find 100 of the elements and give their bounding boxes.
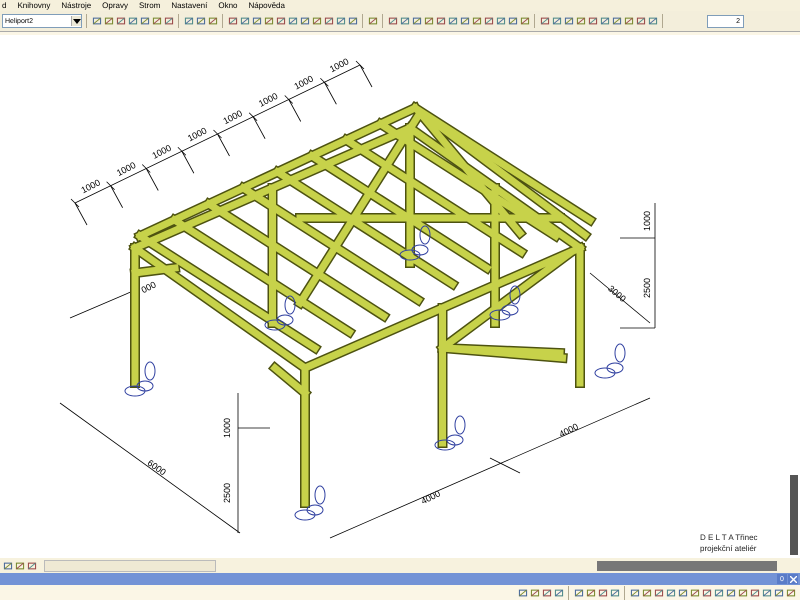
tool-icon xyxy=(324,16,334,26)
tool-icon xyxy=(726,588,736,598)
tool-icon xyxy=(540,16,550,26)
tool-icon xyxy=(14,560,24,570)
tool-icon xyxy=(586,588,596,598)
horizontal-scrollbar[interactable] xyxy=(44,560,216,572)
vertical-scrollbar[interactable] xyxy=(790,475,798,555)
tool-icon xyxy=(104,16,114,26)
tool-icon xyxy=(300,16,310,26)
tool-icon xyxy=(184,16,194,26)
tool-icon xyxy=(276,16,286,26)
dimension-label: 1000 xyxy=(114,160,138,178)
tool-icon xyxy=(116,16,126,26)
tool-icon xyxy=(612,16,622,26)
dimension-label: 6000 xyxy=(146,458,168,478)
tool-icon xyxy=(678,588,688,598)
tool-icon xyxy=(542,588,552,598)
tool-icon xyxy=(588,16,598,26)
tool-icon xyxy=(460,16,470,26)
tool-icon xyxy=(436,16,446,26)
tool-icon xyxy=(642,588,652,598)
tool-icon xyxy=(400,16,410,26)
menu-item[interactable]: Okno xyxy=(218,0,238,11)
menu-item[interactable]: Nástroje xyxy=(61,0,92,11)
tool-icon xyxy=(738,588,748,598)
dimension-label: 1000 xyxy=(186,125,208,144)
tool-icon xyxy=(348,16,358,26)
tool-icon xyxy=(666,588,676,598)
tool-icon xyxy=(412,16,422,26)
tool-icon xyxy=(424,16,434,26)
horizontal-scrollbar[interactable] xyxy=(597,560,777,570)
tool-icon xyxy=(508,16,518,26)
menu-item[interactable]: Knihovny xyxy=(17,0,50,11)
dimension-label: 1000 xyxy=(79,177,102,196)
tool-icon xyxy=(264,16,274,26)
tool-icon xyxy=(564,16,574,26)
tool-icon xyxy=(552,16,562,26)
tool-icon xyxy=(92,16,102,26)
tool-icon xyxy=(484,16,494,26)
tool-icon xyxy=(520,16,530,26)
dimension-label: 2500 xyxy=(642,278,652,298)
tool-icon xyxy=(530,588,540,598)
dimension-label: 1000 xyxy=(642,210,652,232)
tool-icon xyxy=(152,16,162,26)
tool-icon xyxy=(702,588,712,598)
title-block-text: projekční ateliér xyxy=(700,543,758,554)
tool-icon xyxy=(472,16,482,26)
dimension-label: 1000 xyxy=(222,418,232,438)
tool-icon xyxy=(762,588,772,598)
tool-icon xyxy=(600,16,610,26)
tool-icon xyxy=(26,560,36,570)
tool-icon xyxy=(448,16,458,26)
tool-icon xyxy=(610,588,620,598)
tool-icon xyxy=(228,16,238,26)
tool-icon xyxy=(654,588,664,598)
dimension-label: 2500 xyxy=(222,482,232,504)
dimension-label: 1000 xyxy=(328,56,350,74)
close-button[interactable] xyxy=(788,574,798,584)
dimension-label: 1000 xyxy=(221,108,244,126)
menu-item[interactable]: Nápověda xyxy=(248,0,285,11)
tool-icon xyxy=(714,588,724,598)
tool-icon xyxy=(128,16,138,26)
tool-icon xyxy=(574,588,584,598)
tool-icon xyxy=(636,16,646,26)
tool-icon xyxy=(750,588,760,598)
tool-icon xyxy=(388,16,398,26)
tool-icon xyxy=(288,16,298,26)
tool-icon xyxy=(164,16,174,26)
tool-icon xyxy=(336,16,346,26)
dimension-label: 1000 xyxy=(292,74,315,92)
dimension-label: 000 xyxy=(140,279,158,296)
tool-icon xyxy=(496,16,506,26)
tool-icon xyxy=(576,16,586,26)
tool-icon xyxy=(690,588,700,598)
tool-icon xyxy=(630,588,640,598)
dimension-label: 4000 xyxy=(557,421,580,440)
tool-icon xyxy=(196,16,206,26)
tool-icon xyxy=(2,560,12,570)
tool-icon xyxy=(312,16,322,26)
tool-icon xyxy=(368,16,378,26)
menu-item[interactable]: d xyxy=(2,0,6,11)
menu-item[interactable]: Opravy xyxy=(102,0,128,11)
caret-icon xyxy=(72,18,80,24)
tool-icon xyxy=(240,16,250,26)
tool-icon xyxy=(518,588,528,598)
dimension-label: 1000 xyxy=(256,90,280,109)
title-block-text: D E L T A Třinec xyxy=(700,532,758,543)
menu-item[interactable]: Nastavení xyxy=(171,0,208,11)
tool-icon xyxy=(554,588,564,598)
tool-icon xyxy=(648,16,658,26)
tool-icon xyxy=(208,16,218,26)
tool-icon xyxy=(252,16,262,26)
tool-icon xyxy=(624,16,634,26)
dimension-label: 1000 xyxy=(150,142,173,161)
tool-icon xyxy=(774,588,784,598)
tool-icon xyxy=(786,588,796,598)
menu-item[interactable]: Strom xyxy=(138,0,160,11)
tool-icon xyxy=(598,588,608,598)
dimension-label: 4000 xyxy=(419,488,442,506)
tool-icon xyxy=(140,16,150,26)
